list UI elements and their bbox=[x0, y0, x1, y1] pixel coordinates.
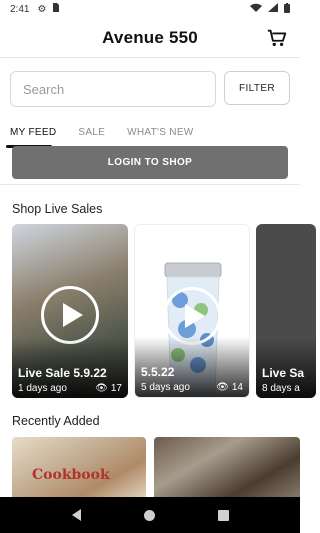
view-count: 👁 17 bbox=[95, 383, 122, 394]
live-sales-carousel: Live Sale 5.9.22 1 days ago 👁 17 5.5.22 … bbox=[12, 224, 316, 398]
battery-icon bbox=[284, 2, 290, 16]
eye-icon: 👁 bbox=[216, 382, 229, 393]
recent-apps-icon[interactable] bbox=[217, 509, 229, 521]
tab-whats-new[interactable]: WHAT'S NEW bbox=[127, 118, 193, 146]
sim-card-icon bbox=[52, 3, 60, 15]
section-divider bbox=[0, 184, 300, 185]
live-sale-title: 5.5.22 bbox=[141, 365, 175, 379]
wifi-icon bbox=[250, 3, 262, 15]
live-sale-card[interactable]: 5.5.22 5 days ago 👁 14 bbox=[134, 224, 250, 398]
recently-added-carousel: Cookbook bbox=[12, 437, 312, 501]
search-input[interactable] bbox=[10, 71, 216, 107]
status-time: 2:41 bbox=[10, 3, 30, 15]
product-card[interactable]: Cookbook bbox=[12, 437, 146, 501]
system-nav-bar bbox=[0, 497, 300, 533]
cart-icon[interactable] bbox=[266, 27, 288, 49]
home-icon[interactable] bbox=[143, 509, 155, 521]
app-header: Avenue 550 bbox=[0, 18, 300, 58]
section-title-recently-added: Recently Added bbox=[12, 414, 100, 428]
live-sale-date: 8 days a bbox=[262, 383, 300, 394]
filter-button[interactable]: FILTER bbox=[224, 71, 290, 105]
product-image-text: Cookbook bbox=[32, 467, 110, 483]
settings-icon: ⚙ bbox=[37, 3, 47, 15]
live-sale-card[interactable]: Live Sa 8 days a bbox=[256, 224, 316, 398]
status-bar: 2:41 ⚙ bbox=[0, 0, 300, 18]
play-icon[interactable] bbox=[41, 286, 99, 344]
signal-icon bbox=[268, 3, 278, 15]
live-sale-date: 5 days ago bbox=[141, 382, 190, 393]
back-icon[interactable] bbox=[71, 509, 81, 521]
live-sale-title: Live Sa bbox=[262, 366, 305, 380]
tab-my-feed[interactable]: MY FEED bbox=[5, 118, 56, 148]
tab-sale[interactable]: SALE bbox=[78, 118, 105, 146]
live-sale-card[interactable]: Live Sale 5.9.22 1 days ago 👁 17 bbox=[12, 224, 128, 398]
app-title: Avenue 550 bbox=[102, 27, 198, 47]
product-card[interactable] bbox=[154, 437, 300, 501]
live-sale-title: Live Sale 5.9.22 bbox=[18, 366, 107, 380]
live-sale-date: 1 days ago bbox=[18, 383, 67, 394]
login-to-shop-button[interactable]: LOGIN TO SHOP bbox=[12, 146, 288, 179]
section-title-live-sales: Shop Live Sales bbox=[12, 202, 103, 216]
search-row: FILTER bbox=[10, 71, 290, 107]
feed-tabs: MY FEED SALE WHAT'S NEW bbox=[0, 118, 300, 148]
eye-icon: 👁 bbox=[95, 383, 108, 394]
view-count: 👁 14 bbox=[216, 382, 243, 393]
